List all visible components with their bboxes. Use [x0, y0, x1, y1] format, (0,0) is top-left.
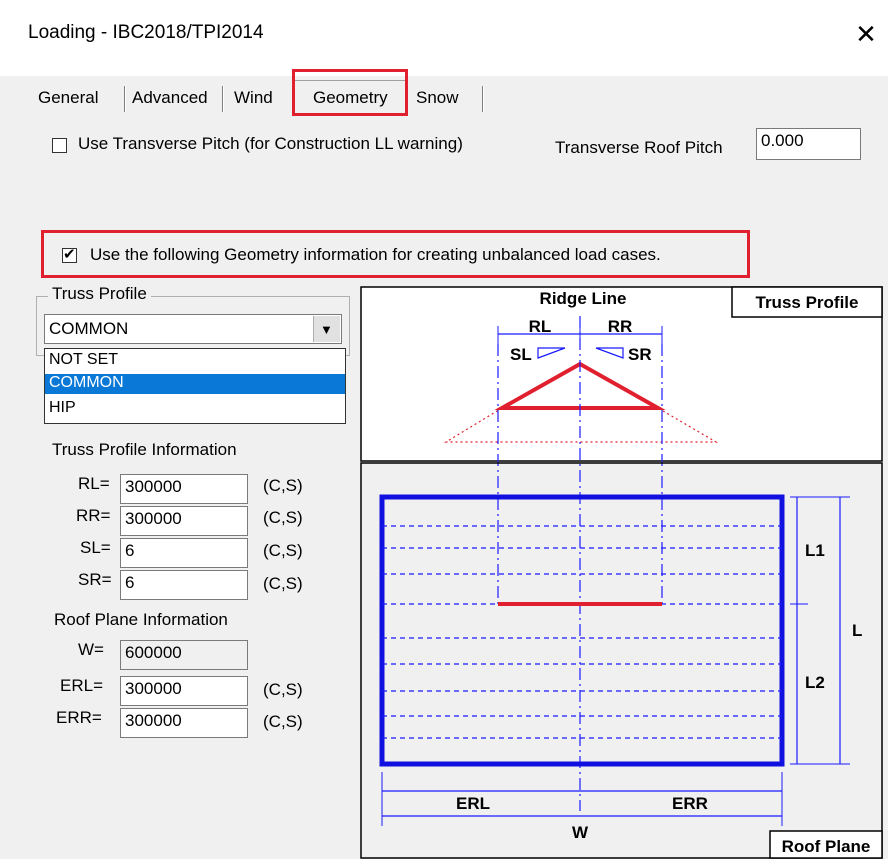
tab-wind[interactable]: Wind [234, 88, 273, 108]
window-title: Loading - IBC2018/TPI2014 [28, 22, 264, 43]
sr-input[interactable]: 6 [120, 570, 248, 600]
w-dim-label: W [572, 823, 589, 842]
l-dim-label: L [852, 621, 862, 640]
l2-dim-label: L2 [805, 673, 825, 692]
rl-label: RL= [78, 474, 110, 493]
rr-unit: (C,S) [263, 508, 303, 527]
sl-label: SL= [80, 538, 111, 557]
err-input[interactable]: 300000 [120, 708, 248, 738]
ridge-line-label: Ridge Line [540, 289, 627, 308]
transverse-roof-pitch-input[interactable]: 0.000 [756, 128, 861, 160]
truss-profile-selected: COMMON [49, 319, 129, 338]
rr-label: RR= [76, 506, 111, 525]
sl-input[interactable]: 6 [120, 538, 248, 568]
erl-label: ERL= [60, 676, 103, 695]
roof-plane-panel [360, 462, 883, 859]
option-hip[interactable]: HIP [45, 399, 345, 419]
l1-dim-label: L1 [805, 541, 825, 560]
rl-input[interactable]: 300000 [120, 474, 248, 504]
geometry-diagram: Truss Profile Ridge Line RL RR SL SR Roo… [360, 286, 883, 859]
geometry-info-checkbox[interactable] [62, 245, 77, 263]
err-dim-label: ERR [672, 794, 708, 813]
geometry-info-label: Use the following Geometry information f… [90, 245, 661, 264]
rr-dim-label: RR [608, 317, 633, 336]
w-label: W= [78, 640, 104, 659]
roof-info-heading: Roof Plane Information [54, 610, 228, 629]
erl-dim-label: ERL [456, 794, 490, 813]
truss-profile-dropdown: NOT SET COMMON HIP [44, 348, 346, 424]
err-label: ERR= [56, 708, 102, 727]
erl-unit: (C,S) [263, 680, 303, 699]
tab-snow[interactable]: Snow [416, 88, 459, 108]
truss-profile-box-label: Truss Profile [756, 293, 859, 312]
truss-profile-group-title: Truss Profile [48, 284, 151, 304]
erl-input[interactable]: 300000 [120, 676, 248, 706]
truss-info-heading: Truss Profile Information [52, 440, 237, 459]
option-not-set[interactable]: NOT SET [45, 351, 345, 371]
truss-profile-select[interactable]: COMMON ▼ [44, 314, 342, 344]
rl-dim-label: RL [529, 317, 552, 336]
w-input: 600000 [120, 640, 248, 670]
transverse-pitch-checkbox[interactable] [52, 138, 67, 153]
err-unit: (C,S) [263, 712, 303, 731]
option-common[interactable]: COMMON [45, 374, 345, 394]
tab-advanced[interactable]: Advanced [132, 88, 208, 108]
rr-input[interactable]: 300000 [120, 506, 248, 536]
tab-general[interactable]: General [38, 88, 98, 108]
roof-plane-box-label: Roof Plane [782, 837, 871, 856]
sr-label: SR= [78, 570, 112, 589]
sl-dim-label: SL [510, 345, 532, 364]
chevron-down-icon[interactable]: ▼ [313, 316, 340, 342]
sr-unit: (C,S) [263, 574, 303, 593]
rl-unit: (C,S) [263, 476, 303, 495]
close-icon[interactable]: ✕ [848, 14, 884, 54]
transverse-roof-pitch-label: Transverse Roof Pitch [555, 138, 723, 157]
transverse-pitch-label: Use Transverse Pitch (for Construction L… [78, 134, 463, 153]
roof-plane-rect [379, 494, 785, 767]
sr-dim-label: SR [628, 345, 652, 364]
sl-unit: (C,S) [263, 541, 303, 560]
geometry-tab-highlight [292, 69, 408, 116]
